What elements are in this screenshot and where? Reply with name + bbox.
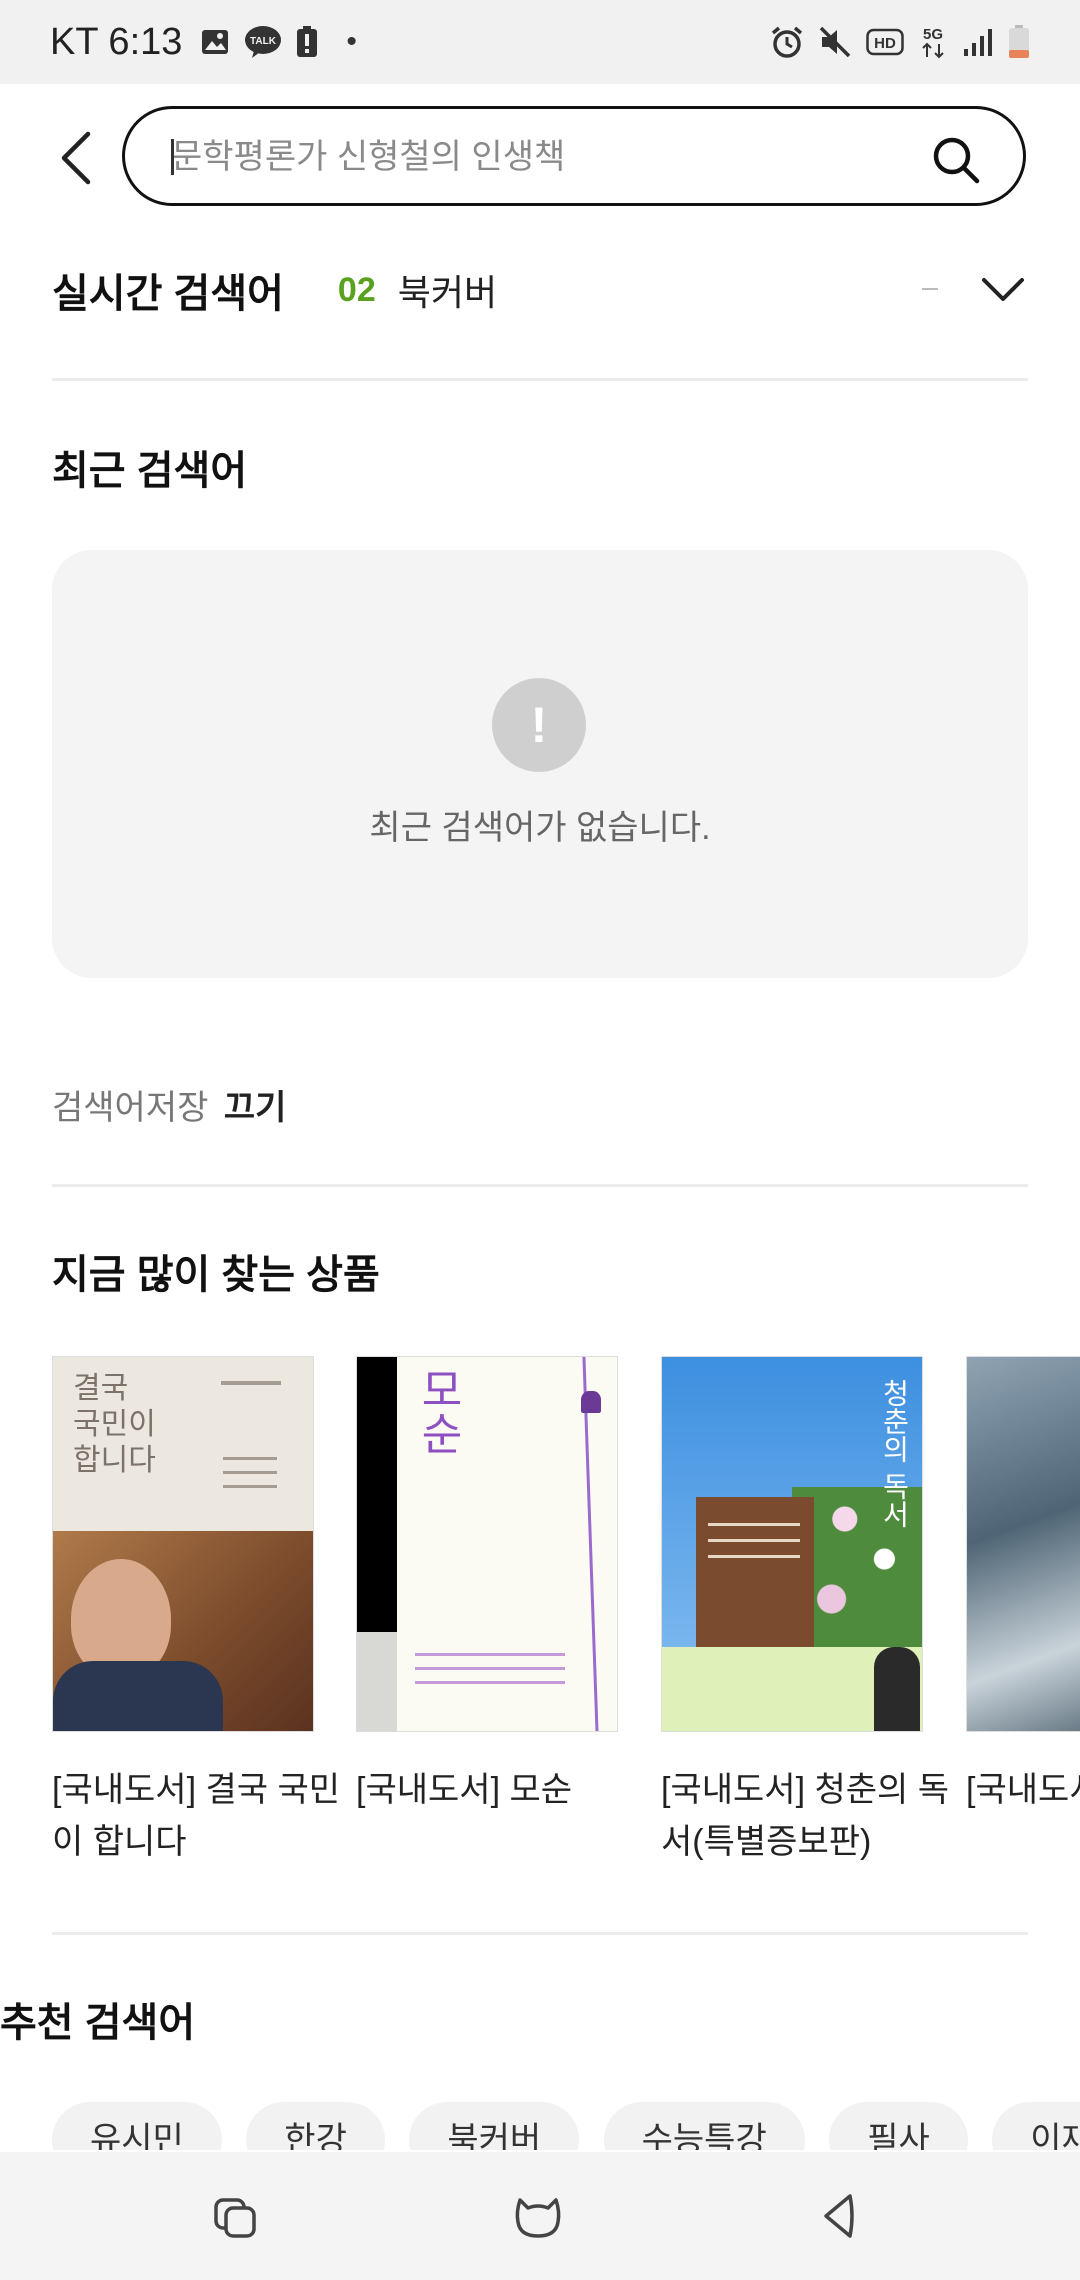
search-icon[interactable] — [931, 135, 981, 185]
recommended-chips[interactable]: 유시민 한강 북커버 수능특강 필사 이재 — [52, 2102, 1080, 2150]
cover-portrait — [874, 1647, 920, 1731]
product-title[interactable]: [국내도서] 청춘의 독서(특별증보판) — [661, 1764, 961, 1868]
empty-message: 최근 검색어가 없습니다. — [369, 809, 711, 847]
search-save-label: 검색어저장 — [52, 1089, 209, 1127]
status-bar: KT 6:13 TALK • HD 5G — [0, 0, 1080, 84]
realtime-keyword[interactable]: 북커버 — [398, 264, 497, 316]
home-icon[interactable] — [508, 2186, 568, 2246]
carrier-time: KT 6:13 — [50, 20, 183, 63]
recommended-search-title: 추천 검색어 — [0, 2001, 196, 2045]
recommended-chip[interactable]: 한강 — [246, 2102, 385, 2150]
product-card[interactable]: 결국 국민이 합니다 [국내도서] 결국 국민이 합니다 — [52, 1356, 340, 1868]
gallery-icon — [202, 30, 229, 54]
product-card[interactable]: 청춘의 독서 [국내도서] 청춘의 독서(특별증보판) — [661, 1356, 949, 1868]
svg-text:TALK: TALK — [250, 36, 277, 47]
alarm-icon — [771, 26, 803, 58]
system-navigation-bar — [0, 2152, 1080, 2280]
battery-icon — [1009, 25, 1029, 58]
back-icon[interactable] — [810, 2186, 870, 2246]
recommended-chip[interactable]: 유시민 — [52, 2102, 222, 2150]
realtime-search-title: 실시간 검색어 — [52, 272, 284, 316]
svg-text:5G: 5G — [923, 26, 943, 43]
recent-search-title: 최근 검색어 — [52, 449, 248, 493]
hd-voice-icon: HD — [866, 28, 904, 56]
cover-title-text: 모순 — [412, 1367, 463, 1455]
cover-decoration — [696, 1497, 814, 1667]
recommended-chip[interactable]: 이재 — [992, 2102, 1080, 2150]
cover-decoration — [357, 1632, 397, 1731]
status-right: HD 5G — [770, 24, 1030, 60]
recommended-chip[interactable]: 필사 — [829, 2102, 968, 2150]
divider — [52, 378, 1028, 381]
book-cover[interactable]: 청춘의 독서 — [661, 1356, 923, 1732]
divider — [52, 1932, 1028, 1935]
search-save-toggle[interactable]: 검색어저장 끄기 — [52, 1080, 286, 1129]
cover-title-text: 청춘의 독서 — [878, 1379, 911, 1528]
recent-apps-icon[interactable] — [206, 2186, 266, 2246]
signal-icon — [964, 29, 992, 56]
kakaotalk-icon: TALK — [245, 26, 282, 58]
cover-photo-suit — [53, 1661, 223, 1731]
search-bar[interactable] — [122, 106, 1026, 206]
product-title[interactable]: [국내도서] 결국 국민이 합니다 — [52, 1764, 352, 1868]
cover-decoration — [415, 1653, 565, 1656]
svg-text:HD: HD — [874, 35, 896, 52]
cover-decoration — [581, 1391, 601, 1413]
product-title[interactable]: [국내도서] — [966, 1764, 1080, 1816]
rank-change-dash — [922, 288, 938, 290]
recent-search-empty-box: ! 최근 검색어가 없습니다. — [52, 550, 1028, 978]
cover-decoration — [221, 1381, 281, 1385]
divider — [52, 1184, 1028, 1187]
product-card[interactable]: [국내도서] — [966, 1356, 1080, 1816]
cover-decoration — [582, 1357, 599, 1731]
more-notifications-dot: • — [346, 25, 357, 58]
product-card[interactable]: 모순 [국내도서] 모순 — [356, 1356, 618, 1816]
cover-photo — [53, 1531, 313, 1731]
battery-alert-icon — [297, 26, 318, 57]
recommended-chip[interactable]: 수능특강 — [603, 2102, 805, 2150]
status-left: KT 6:13 TALK • — [50, 21, 357, 64]
search-save-off-button[interactable]: 끄기 — [224, 1089, 287, 1127]
5g-icon: 5G — [922, 26, 944, 59]
realtime-rank-number: 02 — [337, 270, 376, 309]
search-input[interactable] — [169, 109, 933, 205]
book-cover[interactable] — [966, 1356, 1080, 1732]
back-arrow-icon[interactable] — [52, 128, 102, 188]
exclamation-icon: ! — [492, 678, 586, 772]
text-cursor — [171, 139, 174, 175]
book-cover[interactable]: 결국 국민이 합니다 — [52, 1356, 314, 1732]
product-title[interactable]: [국내도서] 모순 — [356, 1764, 656, 1816]
book-cover[interactable]: 모순 — [356, 1356, 618, 1732]
mute-icon — [819, 26, 851, 58]
realtime-search-row[interactable]: 실시간 검색어 02 북커버 — [52, 250, 1028, 330]
search-header — [0, 102, 1080, 212]
popular-products-title: 지금 많이 찾는 상품 — [52, 1253, 380, 1297]
notification-icons: TALK • — [200, 25, 357, 59]
chevron-down-icon[interactable] — [978, 272, 1028, 308]
popular-products-carousel[interactable]: 결국 국민이 합니다 [국내도서] 결국 국민이 합니다 모순 [국내도서] 모… — [52, 1356, 1080, 1896]
cover-decoration — [708, 1523, 800, 1526]
recommended-chip[interactable]: 북커버 — [409, 2102, 580, 2150]
cover-decoration — [223, 1457, 277, 1460]
cover-title-text: 결국 국민이 합니다 — [73, 1371, 156, 1478]
